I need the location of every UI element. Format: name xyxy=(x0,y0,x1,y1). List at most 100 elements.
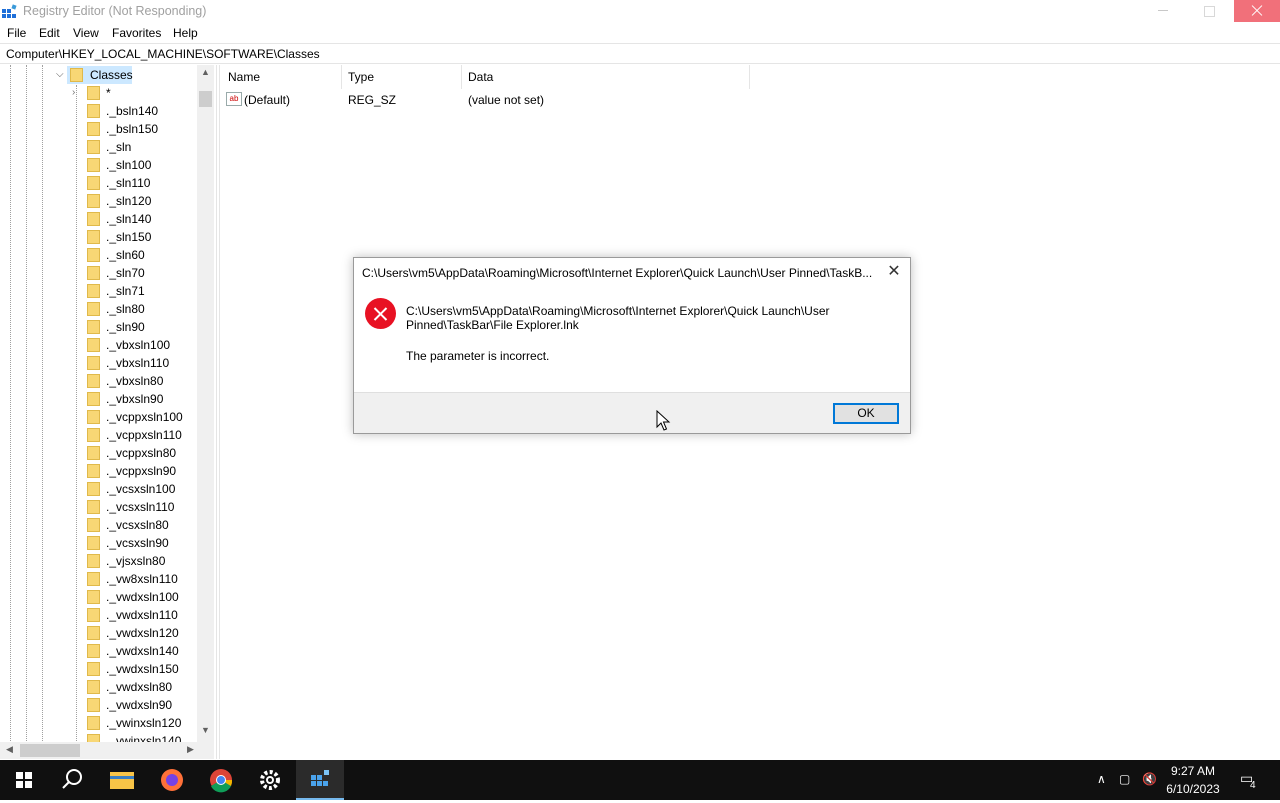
tree-item[interactable]: ._vjsxsln80 xyxy=(84,552,194,570)
clock-date[interactable]: 6/10/2023 xyxy=(1160,782,1226,796)
tree-item-label[interactable]: ._sln80 xyxy=(106,302,145,316)
column-header-data[interactable]: Data xyxy=(468,70,493,84)
tree-item-label[interactable]: ._vwdxsln150 xyxy=(106,662,179,676)
tree-item-label[interactable]: ._sln xyxy=(106,140,131,154)
taskbar-firefox[interactable] xyxy=(148,760,196,800)
tree-item-label[interactable]: ._sln110 xyxy=(106,176,150,190)
tree-item[interactable]: ._vcsxsln80 xyxy=(84,516,194,534)
tree-item[interactable]: ._vbxsln90 xyxy=(84,390,194,408)
scroll-thumb[interactable] xyxy=(199,91,212,107)
tree-item[interactable]: ._sln120 xyxy=(84,192,194,210)
tree-item[interactable]: ._vwinxsln120 xyxy=(84,714,194,732)
tree-item[interactable]: ._vwdxsln110 xyxy=(84,606,194,624)
tree-item-label[interactable]: ._bsln150 xyxy=(106,122,158,136)
tree-item[interactable]: ._sln90 xyxy=(84,318,194,336)
volume-muted-icon[interactable]: 🔇 xyxy=(1142,772,1157,786)
menu-edit[interactable]: Edit xyxy=(39,26,60,40)
tree-item-label[interactable]: ._vbxsln110 xyxy=(106,356,169,370)
tree-item-classes[interactable]: Classes xyxy=(90,68,133,82)
tree-item[interactable]: ._vcsxsln100 xyxy=(84,480,194,498)
tree-item[interactable]: ._vcppxsln90 xyxy=(84,462,194,480)
scroll-thumb[interactable] xyxy=(20,744,80,757)
tree-item-label[interactable]: ._vcsxsln90 xyxy=(106,536,169,550)
menu-view[interactable]: View xyxy=(73,26,99,40)
tree-item-label[interactable]: ._vwdxsln140 xyxy=(106,644,179,658)
search-button[interactable] xyxy=(48,760,96,800)
tree-item[interactable]: ._sln71 xyxy=(84,282,194,300)
tree-item[interactable]: ._sln150 xyxy=(84,228,194,246)
tree-item-label[interactable]: ._vwdxsln120 xyxy=(106,626,179,640)
chevron-down-icon[interactable]: ⌵ xyxy=(56,69,64,80)
tree-item-label[interactable]: ._vcppxsln90 xyxy=(106,464,176,478)
tree-item[interactable]: ._sln80 xyxy=(84,300,194,318)
tree-item-label[interactable]: ._sln150 xyxy=(106,230,151,244)
tree-item-label[interactable]: ._vw8xsln110 xyxy=(106,572,178,586)
tree-item-label[interactable]: ._vcsxsln80 xyxy=(106,518,169,532)
tree-item-label[interactable]: ._vbxsln100 xyxy=(106,338,170,352)
tree-item-label[interactable]: ._vcppxsln100 xyxy=(106,410,183,424)
tree-item-label[interactable]: ._vwdxsln110 xyxy=(106,608,178,622)
tree-item-label[interactable]: ._vwinxsln120 xyxy=(106,716,181,730)
network-icon[interactable]: ▢ xyxy=(1119,772,1130,786)
tree-item[interactable]: ._vcsxsln90 xyxy=(84,534,194,552)
tree-item[interactable]: * xyxy=(84,84,194,102)
tree-item-label[interactable]: ._vcsxsln100 xyxy=(106,482,175,496)
chevron-up-icon[interactable]: ∧ xyxy=(1097,772,1106,786)
column-divider[interactable] xyxy=(341,65,342,89)
minimize-button[interactable] xyxy=(1140,0,1186,22)
tree-item[interactable]: ._vw8xsln110 xyxy=(84,570,194,588)
menu-file[interactable]: File xyxy=(7,26,26,40)
column-divider[interactable] xyxy=(461,65,462,89)
column-header-name[interactable]: Name xyxy=(228,70,260,84)
tree-item-label[interactable]: ._sln60 xyxy=(106,248,145,262)
taskbar-regedit[interactable] xyxy=(296,760,344,800)
close-button[interactable] xyxy=(1234,0,1280,22)
maximize-button[interactable] xyxy=(1186,0,1232,22)
tree-item-label[interactable]: ._vbxsln80 xyxy=(106,374,163,388)
ok-button[interactable]: OK xyxy=(833,403,899,424)
tree-item-label[interactable]: ._vcsxsln110 xyxy=(106,500,174,514)
tree-item-label[interactable]: ._sln120 xyxy=(106,194,151,208)
tree-item[interactable]: ._vcppxsln80 xyxy=(84,444,194,462)
tree-item[interactable]: ._vwdxsln90 xyxy=(84,696,194,714)
tree-item-label[interactable]: ._vcppxsln80 xyxy=(106,446,176,460)
tree-item[interactable]: ._sln60 xyxy=(84,246,194,264)
taskbar-settings[interactable] xyxy=(246,760,294,800)
tree-item-label[interactable]: ._sln90 xyxy=(106,320,145,334)
tree-item-label[interactable]: ._vwdxsln80 xyxy=(106,680,172,694)
tree-item[interactable]: ._vbxsln80 xyxy=(84,372,194,390)
tree-item-label[interactable]: ._sln140 xyxy=(106,212,151,226)
column-header-type[interactable]: Type xyxy=(348,70,374,84)
clock-time[interactable]: 9:27 AM xyxy=(1160,764,1226,778)
tree-item-label[interactable]: ._sln71 xyxy=(106,284,145,298)
tree-item[interactable]: ._sln140 xyxy=(84,210,194,228)
tree-item[interactable]: ._vcppxsln100 xyxy=(84,408,194,426)
tree-item-label[interactable]: ._vwdxsln90 xyxy=(106,698,172,712)
dialog-close-icon[interactable]: ✕ xyxy=(884,264,904,282)
tree-item[interactable]: ._vwdxsln140 xyxy=(84,642,194,660)
tree-item[interactable]: ._vcsxsln110 xyxy=(84,498,194,516)
tree-item[interactable]: ._vwdxsln120 xyxy=(84,624,194,642)
address-bar[interactable]: Computer\HKEY_LOCAL_MACHINE\SOFTWARE\Cla… xyxy=(0,43,1280,64)
tree-item[interactable]: ._vwdxsln80 xyxy=(84,678,194,696)
chevron-right-icon[interactable]: › xyxy=(72,87,75,98)
tree-item[interactable]: ._bsln140 xyxy=(84,102,194,120)
menu-help[interactable]: Help xyxy=(173,26,198,40)
scroll-up-arrow-icon[interactable]: ▲ xyxy=(201,67,210,77)
tree-item[interactable]: ._vbxsln110 xyxy=(84,354,194,372)
tree-item-label[interactable]: ._vbxsln90 xyxy=(106,392,163,406)
taskbar-file-explorer[interactable] xyxy=(98,760,146,800)
tree-item[interactable]: ._sln110 xyxy=(84,174,194,192)
registry-tree[interactable]: ⌵ Classes › * ._bsln140 ._bsln150 ._sln ._sl… xyxy=(0,65,214,759)
tree-item-label[interactable]: ._vjsxsln80 xyxy=(106,554,165,568)
tree-item-label[interactable]: ._vcppxsln110 xyxy=(106,428,182,442)
tree-item[interactable]: ._bsln150 xyxy=(84,120,194,138)
tree-item-label[interactable]: ._sln70 xyxy=(106,266,145,280)
tree-item-label[interactable]: * xyxy=(106,86,111,100)
tree-item-label[interactable]: ._bsln140 xyxy=(106,104,158,118)
address-path[interactable]: Computer\HKEY_LOCAL_MACHINE\SOFTWARE\Cla… xyxy=(6,47,320,61)
tree-item[interactable]: ._sln100 xyxy=(84,156,194,174)
tree-item[interactable]: ._vbxsln100 xyxy=(84,336,194,354)
value-name[interactable]: (Default) xyxy=(244,93,290,107)
scroll-left-arrow-icon[interactable]: ◀ xyxy=(6,744,13,755)
